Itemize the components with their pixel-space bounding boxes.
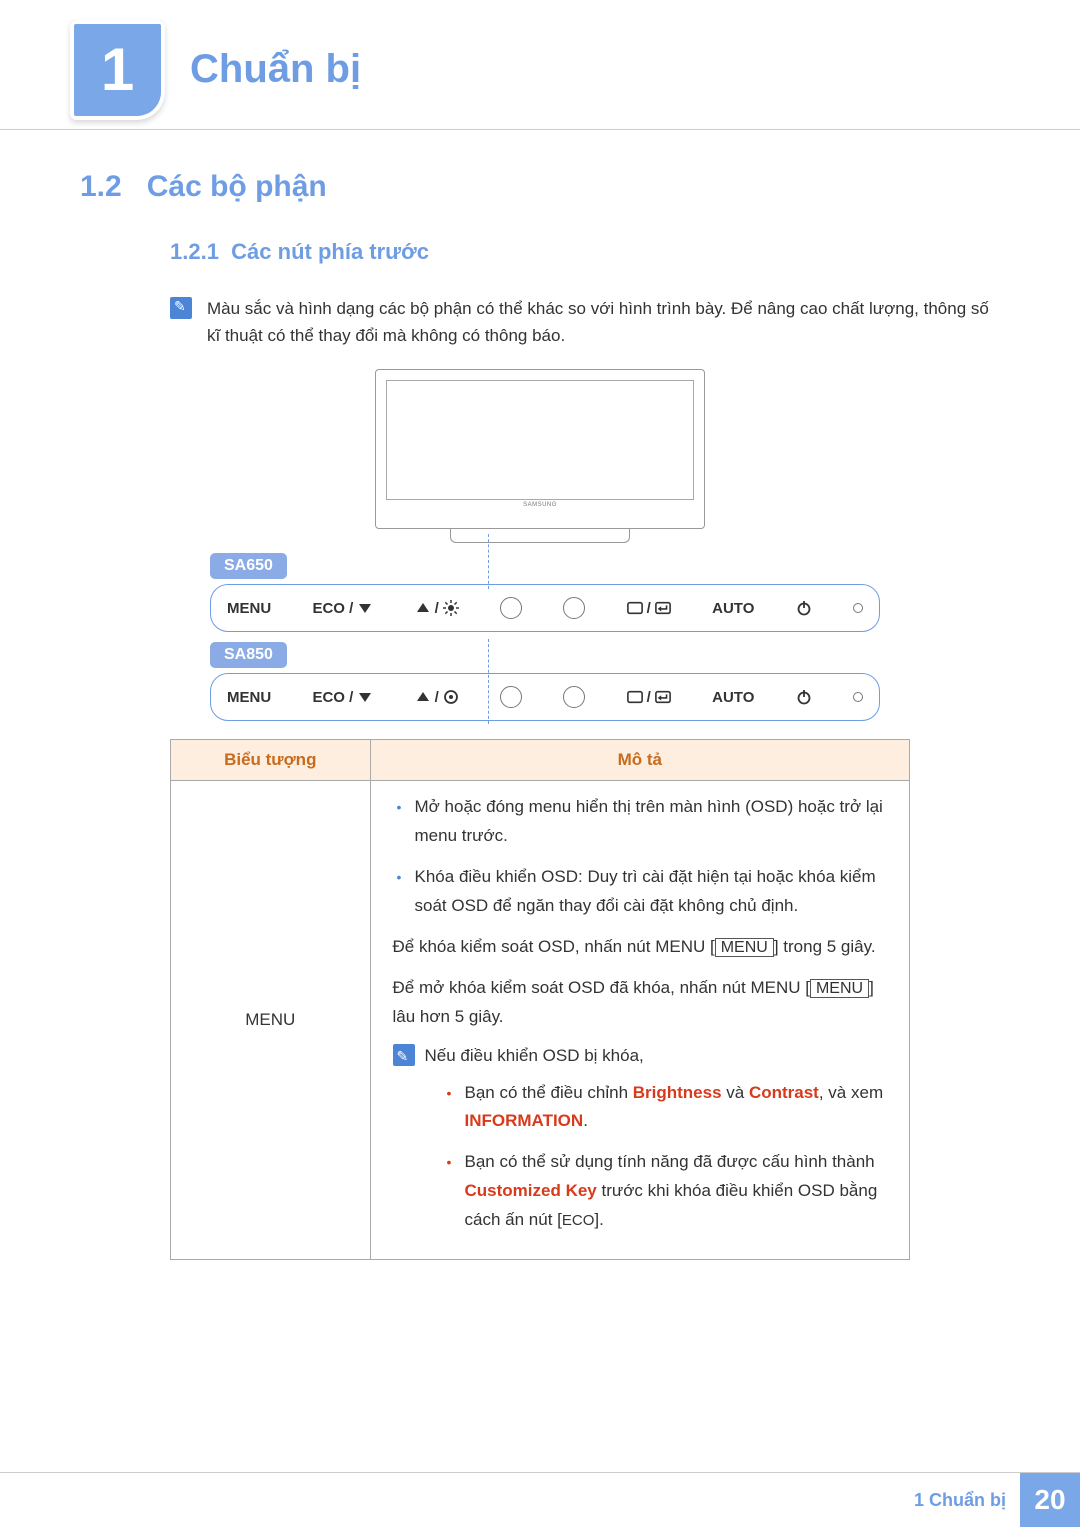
enter-icon — [655, 689, 671, 705]
monitor-illustration: SAMSUNG — [375, 369, 705, 543]
page-content: 1.2Các bộ phận 1.2.1 Các nút phía trước … — [0, 130, 1080, 1280]
power-icon — [796, 600, 812, 616]
source-icon — [627, 689, 643, 705]
chapter-title: Chuẩn bị — [190, 47, 361, 92]
row-desc: Mở hoặc đóng menu hiển thị trên màn hình… — [370, 781, 909, 1260]
btn-menu: MENU — [227, 689, 271, 706]
section-heading: 1.2 Các bộ phận — [80, 170, 1000, 204]
btn-up-target: / — [415, 689, 459, 706]
monitor-brand: SAMSUNG — [386, 502, 694, 508]
note-icon — [393, 1044, 415, 1066]
subsection-title: Các nút phía trước — [231, 239, 429, 264]
blank-button-2 — [563, 686, 585, 708]
led-indicator — [853, 603, 863, 613]
blank-button-1 — [500, 686, 522, 708]
model-tag-sa650: SA650 — [210, 553, 287, 579]
power-icon — [796, 689, 812, 705]
model-tag-sa850: SA850 — [210, 642, 287, 668]
button-bar-sa850: MENU ECO / / / AUTO — [210, 673, 880, 721]
target-icon — [443, 689, 459, 705]
list-item: Mở hoặc đóng menu hiển thị trên màn hình… — [393, 793, 887, 851]
note-text: Màu sắc và hình dạng các bộ phận có thể … — [207, 295, 1000, 349]
footer-label: 1 Chuẩn bị — [914, 1473, 1020, 1527]
btn-eco-down: ECO / — [312, 600, 373, 617]
footer-page-number: 20 — [1020, 1473, 1080, 1527]
chapter-number-badge: 1 — [70, 20, 165, 120]
triangle-down-icon — [357, 600, 373, 616]
blank-button-1 — [500, 597, 522, 619]
subsection-number: 1.2.1 — [170, 239, 219, 264]
list-item: Bạn có thể sử dụng tính năng đã được cấu… — [443, 1148, 887, 1235]
list-item: Khóa điều khiển OSD: Duy trì cài đặt hiệ… — [393, 863, 887, 921]
triangle-up-icon — [415, 600, 431, 616]
brightness-icon — [443, 600, 459, 616]
blank-button-2 — [563, 597, 585, 619]
desc-para-unlock: Để mở khóa kiểm soát OSD đã khóa, nhấn n… — [393, 974, 887, 1032]
monitor-frame: SAMSUNG — [375, 369, 705, 529]
led-indicator — [853, 692, 863, 702]
col-header-desc: Mô tả — [370, 740, 909, 781]
callout-line-2 — [488, 639, 489, 724]
btn-menu: MENU — [227, 600, 271, 617]
list-item: Bạn có thể điều chỉnh Brightness và Cont… — [443, 1079, 887, 1137]
section-number: 1.2 — [80, 170, 122, 204]
col-header-icon: Biểu tượng — [171, 740, 371, 781]
desc-para-lock: Để khóa kiểm soát OSD, nhấn nút MENU [ME… — [393, 933, 887, 962]
button-bar-sa650: MENU ECO / / / AUTO — [210, 584, 880, 632]
triangle-down-icon — [357, 689, 373, 705]
btn-source-enter: / — [627, 689, 671, 706]
table-row: MENU Mở hoặc đóng menu hiển thị trên màn… — [171, 781, 910, 1260]
btn-eco-down: ECO / — [312, 689, 373, 706]
monitor-stand — [450, 529, 630, 543]
btn-auto: AUTO — [712, 689, 754, 706]
sub-bullet-list: Bạn có thể điều chỉnh Brightness và Cont… — [443, 1079, 887, 1235]
description-table: Biểu tượng Mô tả MENU Mở hoặc đóng menu … — [170, 739, 910, 1260]
triangle-up-icon — [415, 689, 431, 705]
page-footer: 1 Chuẩn bị 20 — [0, 1472, 1080, 1527]
monitor-screen — [386, 380, 694, 500]
subsection-heading: 1.2.1 Các nút phía trước — [170, 239, 1000, 265]
btn-auto: AUTO — [712, 600, 754, 617]
note-row: Màu sắc và hình dạng các bộ phận có thể … — [170, 295, 1000, 349]
note-icon — [170, 297, 192, 319]
chapter-header: 1 Chuẩn bị — [0, 0, 1080, 130]
source-icon — [627, 600, 643, 616]
btn-up-brightness: / — [415, 600, 459, 617]
section-title: Các bộ phận — [147, 170, 327, 203]
callout-line-1 — [488, 534, 489, 589]
sub-note: Nếu điều khiển OSD bị khóa, — [393, 1042, 887, 1071]
enter-icon — [655, 600, 671, 616]
desc-bullets: Mở hoặc đóng menu hiển thị trên màn hình… — [393, 793, 887, 921]
btn-source-enter: / — [627, 600, 671, 617]
row-icon: MENU — [171, 781, 371, 1260]
